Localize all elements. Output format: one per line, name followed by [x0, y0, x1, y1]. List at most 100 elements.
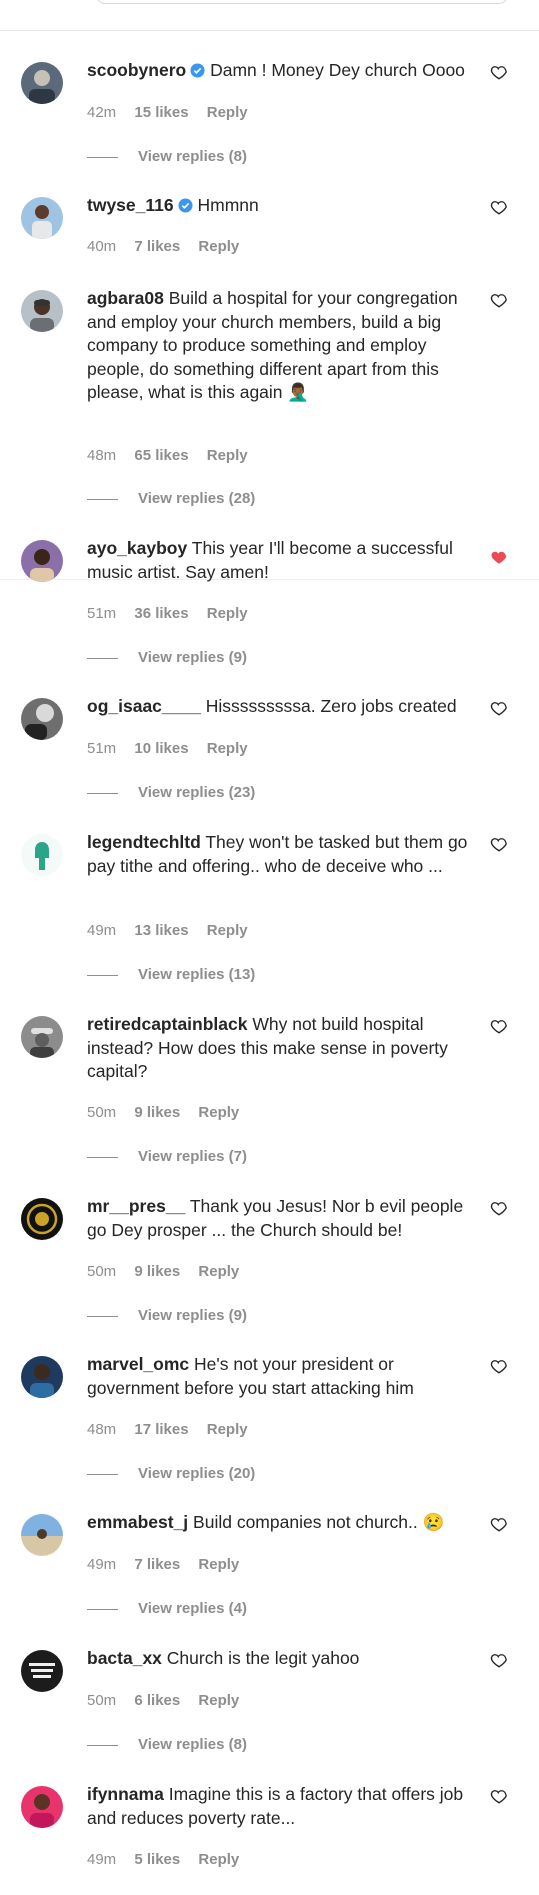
comment-meta: 51m 10 likes Reply — [87, 740, 262, 757]
view-replies-button[interactable]: View replies (13) — [87, 966, 255, 983]
avatar[interactable] — [21, 540, 63, 582]
avatar[interactable] — [21, 62, 63, 104]
comment-meta: 49m 13 likes Reply — [87, 922, 262, 939]
view-replies-button[interactable]: View replies (8) — [87, 1736, 247, 1753]
replies-line — [87, 792, 118, 794]
likes-count[interactable]: 17 likes — [134, 1421, 188, 1438]
likes-count[interactable]: 6 likes — [134, 1692, 180, 1709]
comment-body: Damn ! Money Dey church Oooo — [210, 60, 465, 80]
reply-button[interactable]: Reply — [207, 104, 248, 121]
reply-button[interactable]: Reply — [207, 1421, 248, 1438]
heart-outline-icon[interactable] — [490, 1199, 508, 1217]
comment-meta: 50m 9 likes Reply — [87, 1263, 253, 1280]
comment-username[interactable]: retiredcaptainblack — [87, 1014, 247, 1034]
comment-text-block: marvel_omc He's not your president or go… — [87, 1353, 475, 1400]
replies-line — [87, 1608, 118, 1610]
comment-time: 49m — [87, 922, 117, 939]
avatar[interactable] — [21, 290, 63, 332]
comment-text-block: emmabest_j Build companies not church.. … — [87, 1511, 475, 1535]
replies-line — [87, 1156, 118, 1158]
likes-count[interactable]: 5 likes — [134, 1851, 180, 1868]
comment-time: 48m — [87, 447, 117, 464]
replies-line — [87, 156, 118, 158]
comment-username[interactable]: og_isaac____ — [87, 696, 201, 716]
comment-text-block: twyse_116 Hmmnn — [87, 194, 475, 218]
comment-body: Church is the legit yahoo — [166, 1648, 360, 1668]
avatar[interactable] — [21, 834, 63, 876]
comment-time: 50m — [87, 1104, 117, 1121]
likes-count[interactable]: 9 likes — [134, 1263, 180, 1280]
heart-outline-icon[interactable] — [490, 63, 508, 81]
view-replies-button[interactable]: View replies (9) — [87, 1307, 247, 1324]
comment-meta: 50m 6 likes Reply — [87, 1692, 253, 1709]
comment-username[interactable]: ifynnama — [87, 1784, 164, 1804]
comment-username[interactable]: mr__pres__ — [87, 1196, 185, 1216]
view-replies-button[interactable]: View replies (23) — [87, 784, 255, 801]
reply-button[interactable]: Reply — [198, 238, 239, 255]
view-replies-label: View replies (23) — [138, 784, 256, 801]
replies-line — [87, 1473, 118, 1475]
reply-button[interactable]: Reply — [198, 1692, 239, 1709]
comment-meta: 49m 5 likes Reply — [87, 1851, 253, 1868]
reply-button[interactable]: Reply — [198, 1104, 239, 1121]
reply-button[interactable]: Reply — [198, 1851, 239, 1868]
likes-count[interactable]: 36 likes — [134, 605, 188, 622]
comment-meta: 48m 65 likes Reply — [87, 447, 262, 464]
likes-count[interactable]: 65 likes — [134, 447, 188, 464]
reply-button[interactable]: Reply — [198, 1263, 239, 1280]
avatar[interactable] — [21, 698, 63, 740]
reply-button[interactable]: Reply — [207, 605, 248, 622]
comment-username[interactable]: agbara08 — [87, 288, 164, 308]
heart-outline-icon[interactable] — [490, 1515, 508, 1533]
avatar[interactable] — [21, 1650, 63, 1692]
view-replies-button[interactable]: View replies (8) — [87, 148, 247, 165]
avatar[interactable] — [21, 1786, 63, 1828]
comment-username[interactable]: bacta_xx — [87, 1648, 162, 1668]
avatar[interactable] — [21, 1356, 63, 1398]
comment-body: Build companies not church.. 😢 — [193, 1512, 445, 1532]
comment-username[interactable]: emmabest_j — [87, 1512, 188, 1532]
comment-username[interactable]: ayo_kayboy — [87, 538, 187, 558]
avatar[interactable] — [21, 1016, 63, 1058]
replies-line — [87, 1315, 118, 1317]
view-replies-button[interactable]: View replies (7) — [87, 1148, 247, 1165]
reply-button[interactable]: Reply — [207, 740, 248, 757]
likes-count[interactable]: 13 likes — [134, 922, 188, 939]
likes-count[interactable]: 9 likes — [134, 1104, 180, 1121]
reply-button[interactable]: Reply — [207, 922, 248, 939]
heart-outline-icon[interactable] — [490, 835, 508, 853]
view-replies-button[interactable]: View replies (20) — [87, 1465, 255, 1482]
heart-outline-icon[interactable] — [490, 1357, 508, 1375]
view-replies-label: View replies (9) — [138, 649, 247, 666]
comment-text-block: retiredcaptainblack Why not build hospit… — [87, 1013, 475, 1084]
comment-text-block: og_isaac____ Hisssssssssa. Zero jobs cre… — [87, 695, 475, 719]
likes-count[interactable]: 7 likes — [134, 1556, 180, 1573]
comment-username[interactable]: twyse_116 — [87, 195, 174, 215]
heart-outline-icon[interactable] — [490, 291, 508, 309]
likes-count[interactable]: 10 likes — [134, 740, 188, 757]
view-replies-label: View replies (8) — [138, 148, 247, 165]
heart-outline-icon[interactable] — [490, 1787, 508, 1805]
comment-username[interactable]: legendtechltd — [87, 832, 201, 852]
likes-count[interactable]: 15 likes — [134, 104, 188, 121]
heart-outline-icon[interactable] — [490, 1017, 508, 1035]
view-replies-button[interactable]: View replies (9) — [87, 649, 247, 666]
heart-outline-icon[interactable] — [490, 1651, 508, 1669]
comment-username[interactable]: scoobynero — [87, 60, 186, 80]
heart-outline-icon[interactable] — [490, 198, 508, 216]
comment-meta: 50m 9 likes Reply — [87, 1104, 253, 1121]
view-replies-button[interactable]: View replies (28) — [87, 490, 255, 507]
comment-meta: 40m 7 likes Reply — [87, 238, 253, 255]
comment-time: 40m — [87, 238, 117, 255]
reply-button[interactable]: Reply — [198, 1556, 239, 1573]
avatar[interactable] — [21, 1514, 63, 1556]
heart-filled-icon[interactable] — [490, 548, 508, 566]
view-replies-button[interactable]: View replies (4) — [87, 1600, 247, 1617]
heart-outline-icon[interactable] — [490, 699, 508, 717]
reply-button[interactable]: Reply — [207, 447, 248, 464]
likes-count[interactable]: 7 likes — [134, 238, 180, 255]
comment-username[interactable]: marvel_omc — [87, 1354, 189, 1374]
avatar[interactable] — [21, 1198, 63, 1240]
avatar[interactable] — [21, 197, 63, 239]
comment-time: 51m — [87, 740, 117, 757]
